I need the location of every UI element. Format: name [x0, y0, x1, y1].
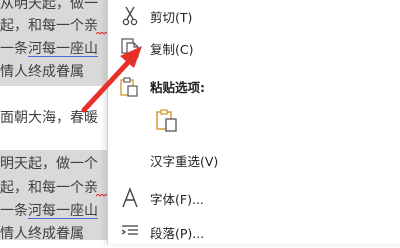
paste-keep-text-icon: [154, 107, 178, 132]
doc-line-2: 起，和每一个亲: [0, 18, 98, 34]
font-icon: [118, 186, 142, 210]
scissors-icon: [118, 4, 142, 28]
menu-item-font[interactable]: 字体(F)...: [108, 182, 400, 212]
menu-item-paragraph-label: 段落(P)...: [150, 226, 205, 241]
paste-options-label: 粘贴选项:: [150, 80, 205, 95]
menu-item-reconvert[interactable]: 汉字重选(V): [108, 144, 400, 174]
paragraph-icon: [118, 220, 142, 244]
menu-item-paste-options: 粘贴选项:: [108, 70, 400, 100]
copy-icon: [118, 36, 142, 60]
menu-item-copy[interactable]: 复制(C): [108, 32, 400, 62]
doc-line-8-start: 一条: [0, 203, 28, 219]
doc-line-9: 情人终成眷属: [0, 226, 84, 242]
menu-item-font-label: 字体(F)...: [150, 192, 204, 207]
context-menu: 剪切(T) 复制(C) 粘贴选项: 汉字重选(V) 字体(F)... 段落(P)…: [107, 0, 400, 244]
menu-item-cut-label: 剪切(T): [150, 10, 193, 25]
doc-line-7: 起，和每一个亲: [0, 180, 98, 196]
doc-line-6: 明天起，做一个: [0, 156, 98, 172]
clipboard-icon: [118, 74, 142, 98]
doc-line-4: 情人终成眷属: [0, 64, 84, 80]
menu-item-paragraph[interactable]: 段落(P)...: [108, 216, 400, 246]
paste-option-keep-text[interactable]: [152, 104, 186, 134]
doc-line-8: 一条河每一座山: [0, 199, 98, 223]
menu-item-cut[interactable]: 剪切(T): [108, 0, 400, 30]
doc-line-3-underlined: 河每一座山: [28, 41, 98, 57]
menu-item-reconvert-label: 汉字重选(V): [150, 154, 219, 169]
menu-item-copy-label: 复制(C): [150, 42, 194, 57]
doc-line-3: 一条河每一座山: [0, 37, 98, 61]
doc-line-8-underlined: 河每一座山: [28, 203, 98, 219]
doc-line-5: 面朝大海，春暖: [0, 110, 98, 126]
doc-line-3-start: 一条: [0, 41, 28, 57]
